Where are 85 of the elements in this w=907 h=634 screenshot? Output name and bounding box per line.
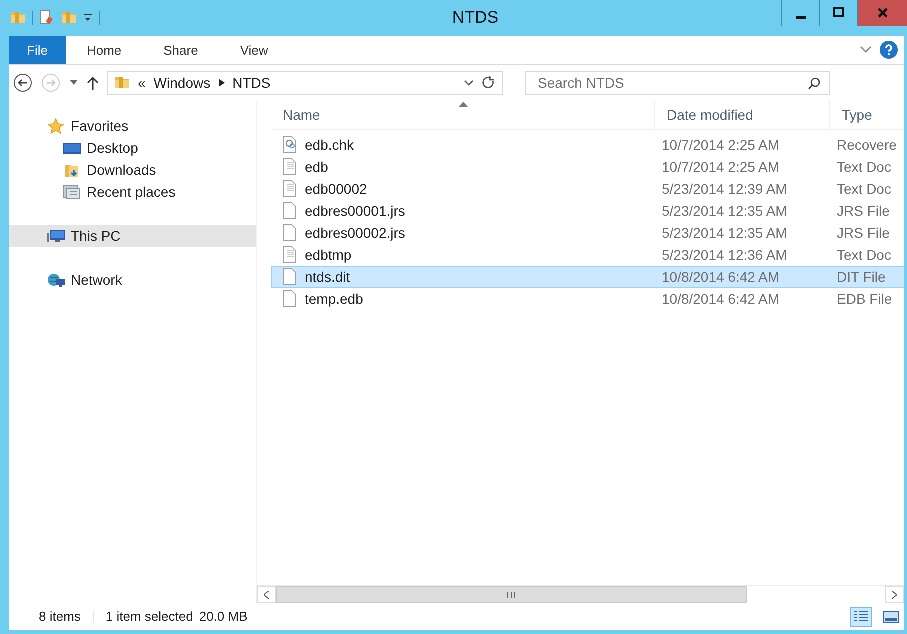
file-row[interactable]: ntds.dit 10/8/2014 6:42 AM DIT File <box>271 266 904 288</box>
type-cell-text: JRS File <box>836 203 891 219</box>
details-view-icon <box>854 610 868 622</box>
type-cell-text: Text Doc <box>836 181 892 197</box>
ribbon-tab[interactable]: File <box>9 36 66 64</box>
folder-icon <box>63 162 81 178</box>
sidebar-item[interactable]: Recent places <box>9 181 256 203</box>
window-title: NTDS <box>451 8 500 28</box>
computer-icon <box>47 228 65 244</box>
up-arrow-icon[interactable] <box>87 76 99 90</box>
sidebar-item[interactable]: Desktop <box>9 137 256 159</box>
maximize-icon <box>832 7 844 19</box>
network-icon <box>47 272 65 288</box>
date-cell-text: 5/23/2014 12:39 AM <box>661 181 788 197</box>
search-icon[interactable] <box>808 77 821 90</box>
selection-size: 20.0 MB <box>199 609 248 624</box>
file-name: ntds.dit <box>305 269 350 285</box>
type-cell-text: Recovere <box>836 137 898 153</box>
file-name: edbres00002.jrs <box>305 225 406 241</box>
file-icon <box>282 202 298 220</box>
close-button[interactable] <box>857 0 907 26</box>
date-cell-text: 10/8/2014 6:42 AM <box>661 291 781 307</box>
grip-icon[interactable] <box>506 592 516 598</box>
scroll-left-icon[interactable] <box>264 590 269 598</box>
type-cell-text: Text Doc <box>836 159 892 175</box>
file-row[interactable]: edb.chk 10/7/2014 2:25 AM Recovere <box>271 134 904 156</box>
file-row[interactable]: edbres00002.jrs 5/23/2014 12:35 AM JRS File <box>271 222 904 244</box>
file-name: edb <box>305 159 328 175</box>
file-name: edbtmp <box>305 247 352 263</box>
minimize-icon <box>796 16 806 18</box>
file-icon <box>282 268 298 286</box>
date-cell-text: 5/23/2014 12:35 AM <box>661 225 788 241</box>
recent-places-icon <box>63 184 81 200</box>
back-icon[interactable] <box>13 73 33 93</box>
properties-icon[interactable] <box>39 10 55 26</box>
file-name: edb.chk <box>305 137 354 153</box>
sidebar-item[interactable]: Network <box>9 269 256 291</box>
file-icon <box>282 180 298 198</box>
sidebar-item[interactable]: Favorites <box>9 115 256 137</box>
file-row[interactable]: temp.edb 10/8/2014 6:42 AM EDB File <box>271 288 904 310</box>
date-cell-text: 10/7/2014 2:25 AM <box>661 159 781 175</box>
type-cell-text: Text Doc <box>836 247 892 263</box>
chevron-down-icon[interactable] <box>860 46 872 54</box>
star-icon <box>47 118 65 134</box>
file-icon <box>282 224 298 242</box>
scroll-right-icon[interactable] <box>892 590 897 598</box>
refresh-icon[interactable] <box>482 76 496 90</box>
help-icon[interactable] <box>880 41 898 59</box>
date-cell-text: 10/8/2014 6:42 AM <box>661 269 781 285</box>
breadcrumb-overflow[interactable]: « <box>138 75 146 91</box>
breadcrumb-item[interactable]: NTDS <box>232 75 271 91</box>
sidebar-item[interactable]: Downloads <box>9 159 256 181</box>
file-name: edb00002 <box>305 181 368 197</box>
file-icon <box>282 136 298 154</box>
chevron-down-icon[interactable] <box>464 80 474 86</box>
file-row[interactable]: edb 10/7/2014 2:25 AM Text Doc <box>271 156 904 178</box>
file-icon <box>282 290 298 308</box>
file-icon <box>282 246 298 264</box>
search-field[interactable]: Search NTDS <box>525 71 830 95</box>
date-cell-text: 5/23/2014 12:36 AM <box>661 247 788 263</box>
file-icon <box>282 158 298 176</box>
address-bar[interactable]: « Windows NTDS <box>107 71 503 95</box>
horizontal-scrollbar[interactable] <box>257 585 904 603</box>
dropdown-icon[interactable] <box>83 13 93 23</box>
breadcrumb-item[interactable]: Windows <box>154 75 211 91</box>
file-name: temp.edb <box>305 291 364 307</box>
large-icons-view-icon <box>883 610 899 622</box>
item-count: 8 items <box>39 609 81 624</box>
file-name: edbres00001.jrs <box>305 203 406 219</box>
sidebar-item[interactable]: This PC <box>9 225 256 247</box>
chevron-right-icon[interactable] <box>218 79 225 87</box>
date-cell-text: 5/23/2014 12:35 AM <box>661 203 788 219</box>
date-cell-text: 10/7/2014 2:25 AM <box>661 137 781 153</box>
monitor-icon <box>63 140 81 156</box>
selection-status: 1 item selected <box>106 609 194 624</box>
type-cell-text: JRS File <box>836 225 891 241</box>
type-cell-text: DIT File <box>836 269 887 285</box>
close-icon <box>876 7 888 19</box>
type-cell-text: EDB File <box>836 291 894 307</box>
sort-arrow-icon <box>458 102 468 107</box>
file-row[interactable]: edbtmp 5/23/2014 12:36 AM Text Doc <box>271 244 904 266</box>
view-toggle[interactable] <box>850 606 872 626</box>
file-row[interactable]: edbres00001.jrs 5/23/2014 12:35 AM JRS File <box>271 200 904 222</box>
caret-icon[interactable] <box>69 80 79 86</box>
file-row[interactable]: edb00002 5/23/2014 12:39 AM Text Doc <box>271 178 904 200</box>
